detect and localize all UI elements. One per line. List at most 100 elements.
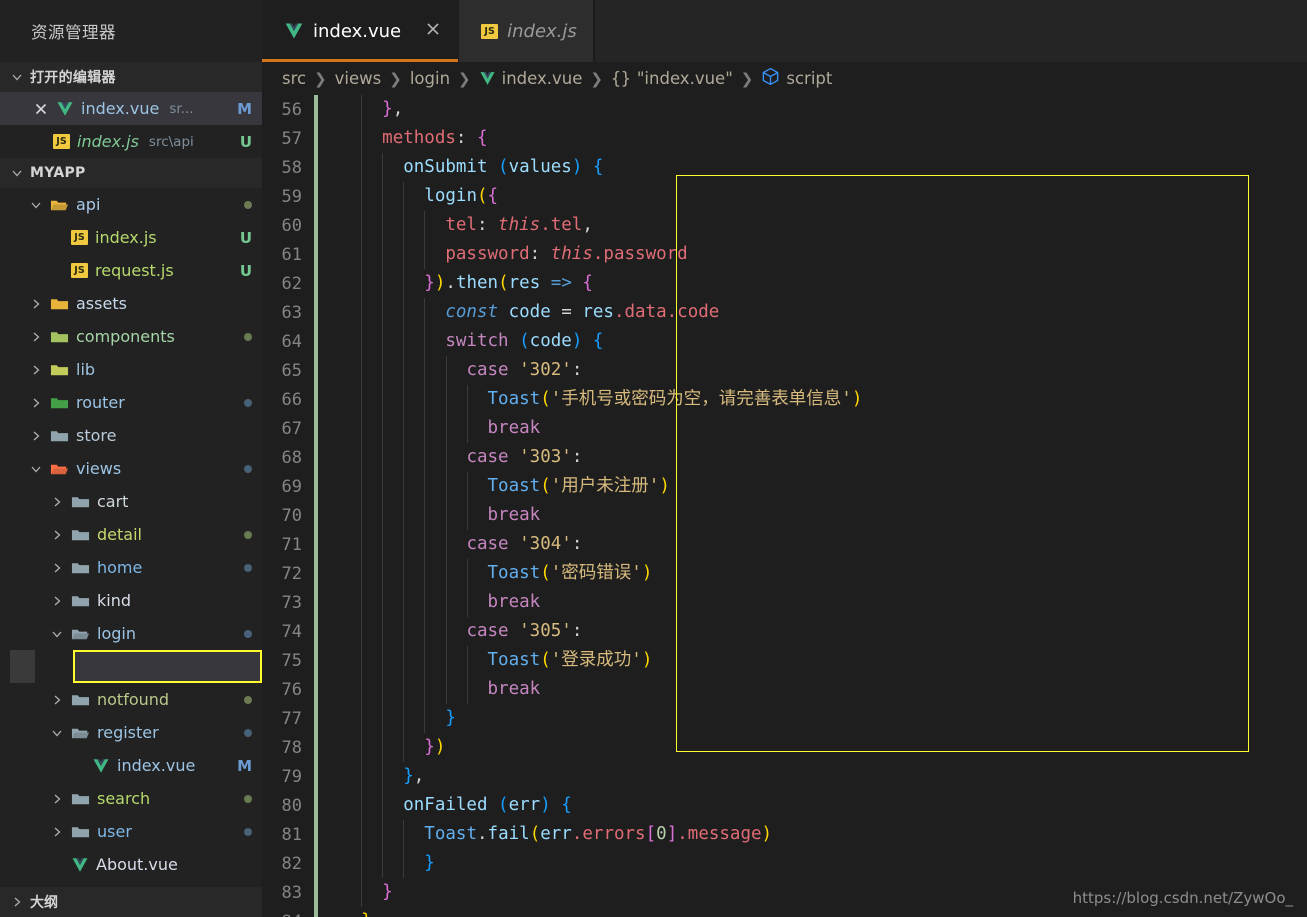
code-token: ) <box>761 824 773 844</box>
tree-item-views[interactable]: views <box>0 452 262 485</box>
tree-item-lib[interactable]: lib <box>0 353 262 386</box>
gutter-modified-marker <box>314 385 318 414</box>
code-line[interactable]: 69 Toast('用户未注册') <box>262 472 1307 501</box>
code-line[interactable]: 71 case '304': <box>262 530 1307 559</box>
chevron-right-icon[interactable] <box>50 693 64 707</box>
tree-item-About.vue[interactable]: About.vue <box>0 848 262 881</box>
code-line[interactable]: 74 case '305': <box>262 617 1307 646</box>
tree-item-request.js[interactable]: JS request.js U <box>0 254 262 287</box>
indent-guide <box>403 356 405 385</box>
code-token: then <box>455 273 499 293</box>
breadcrumb-item[interactable]: login <box>410 69 450 88</box>
chevron-down-icon[interactable] <box>50 627 64 641</box>
code-line[interactable]: 73 break <box>262 588 1307 617</box>
tree-item-assets[interactable]: assets <box>0 287 262 320</box>
tree-item-index.vue[interactable]: index.vueM <box>0 749 262 782</box>
tree-item-login[interactable]: login <box>0 617 262 650</box>
code-line[interactable]: 80 onFailed (err) { <box>262 791 1307 820</box>
breadcrumb-item[interactable]: script <box>761 67 832 90</box>
breadcrumb-item[interactable]: views <box>335 69 382 88</box>
tree-item-store[interactable]: store <box>0 419 262 452</box>
tab-index-vue[interactable]: index.vue <box>262 0 459 62</box>
breadcrumb-item[interactable]: src <box>282 69 306 88</box>
code-line[interactable]: 58 onSubmit (values) { <box>262 153 1307 182</box>
open-editors-header[interactable]: 打开的编辑器 <box>0 62 262 92</box>
code-line[interactable]: 67 break <box>262 414 1307 443</box>
close-icon[interactable] <box>33 101 49 117</box>
tree-item-label: index.vue <box>117 756 196 775</box>
code-line[interactable]: 56 }, <box>262 95 1307 124</box>
tree-item-home[interactable]: home <box>0 551 262 584</box>
chevron-down-icon[interactable] <box>29 462 43 476</box>
code-line[interactable]: 59 login({ <box>262 182 1307 211</box>
tree-item-components[interactable]: components <box>0 320 262 353</box>
code-line[interactable]: 66 Toast('手机号或密码为空，请完善表单信息') <box>262 385 1307 414</box>
line-number: 81 <box>281 824 302 845</box>
open-editor-item[interactable]: JS index.js src\api U <box>0 125 262 158</box>
chevron-down-icon[interactable] <box>29 198 43 212</box>
code-line[interactable]: 79 }, <box>262 762 1307 791</box>
tree-item-user[interactable]: user <box>0 815 262 848</box>
code-line[interactable]: 78 }) <box>262 733 1307 762</box>
breadcrumb-separator: ❯ <box>314 69 327 88</box>
code-line[interactable]: 84 } <box>262 907 1307 917</box>
tree-item-label: kind <box>97 591 132 610</box>
code-line[interactable]: 70 break <box>262 501 1307 530</box>
code-line[interactable]: 82 } <box>262 849 1307 878</box>
breadcrumb-item[interactable]: index.vue <box>479 69 582 88</box>
indent-guide <box>466 675 468 704</box>
chevron-right-icon[interactable] <box>50 594 64 608</box>
indent-guide <box>424 675 426 704</box>
code-editor[interactable]: 56 }, 57 methods: {58 onSubmit (values) {… <box>262 95 1307 917</box>
line-number: 60 <box>281 215 302 236</box>
code-line[interactable]: 64 switch (code) { <box>262 327 1307 356</box>
tree-item-router[interactable]: router <box>0 386 262 419</box>
tab-close-icon[interactable] <box>424 20 442 43</box>
chevron-right-icon[interactable] <box>29 297 43 311</box>
chevron-right-icon[interactable] <box>50 561 64 575</box>
tab-index-js[interactable]: JS index.js <box>459 0 593 62</box>
tree-item-cart[interactable]: cart <box>0 485 262 518</box>
indent-guide <box>382 559 384 588</box>
tree-item-kind[interactable]: kind <box>0 584 262 617</box>
code-line[interactable]: 57 methods: { <box>262 124 1307 153</box>
chevron-down-icon[interactable] <box>50 726 64 740</box>
gutter-modified-marker <box>314 298 318 327</box>
chevron-right-icon[interactable] <box>29 396 43 410</box>
open-editor-item[interactable]: index.vue sr... M <box>0 92 262 125</box>
tree-item-register[interactable]: register <box>0 716 262 749</box>
chevron-right-icon[interactable] <box>29 429 43 443</box>
code-line[interactable]: 75 Toast('登录成功') <box>262 646 1307 675</box>
code-token: '303' <box>519 447 572 467</box>
code-line[interactable]: 76 break <box>262 675 1307 704</box>
tree-item-notfound[interactable]: notfound <box>0 683 262 716</box>
code-line[interactable]: 65 case '302': <box>262 356 1307 385</box>
indent-guide <box>361 501 363 530</box>
chevron-right-icon[interactable] <box>50 495 64 509</box>
indent-guide <box>382 617 384 646</box>
tree-item-search[interactable]: search <box>0 782 262 815</box>
gutter-modified-marker <box>314 878 318 907</box>
code-line[interactable]: 63 const code = res.data.code <box>262 298 1307 327</box>
project-header[interactable]: MYAPP <box>0 158 262 188</box>
tree-item-index.vue[interactable]: index.vueM <box>0 650 262 683</box>
code-line[interactable]: 60 tel: this.tel, <box>262 211 1307 240</box>
code-line[interactable]: 72 Toast('密码错误') <box>262 559 1307 588</box>
chevron-right-icon[interactable] <box>50 528 64 542</box>
code-line[interactable]: 61 password: this.password <box>262 240 1307 269</box>
tree-item-api[interactable]: api <box>0 188 262 221</box>
tree-item-detail[interactable]: detail <box>0 518 262 551</box>
code-line[interactable]: 77 } <box>262 704 1307 733</box>
outline-header[interactable]: 大纲 <box>0 887 262 917</box>
breadcrumb-item[interactable]: {} "index.vue" <box>611 69 733 88</box>
chevron-right-icon[interactable] <box>29 330 43 344</box>
chevron-right-icon[interactable] <box>29 363 43 377</box>
sidebar: 资源管理器 打开的编辑器 index.vue sr... M JS index.js sr… <box>0 0 262 917</box>
tree-item-index.js[interactable]: JS index.js U <box>0 221 262 254</box>
code-line[interactable]: 81 Toast.fail(err.errors[0].message) <box>262 820 1307 849</box>
chevron-right-icon[interactable] <box>50 792 64 806</box>
chevron-right-icon[interactable] <box>50 825 64 839</box>
code-line[interactable]: 68 case '303': <box>262 443 1307 472</box>
code-token: ( <box>540 389 551 409</box>
code-line[interactable]: 62 }).then(res => { <box>262 269 1307 298</box>
